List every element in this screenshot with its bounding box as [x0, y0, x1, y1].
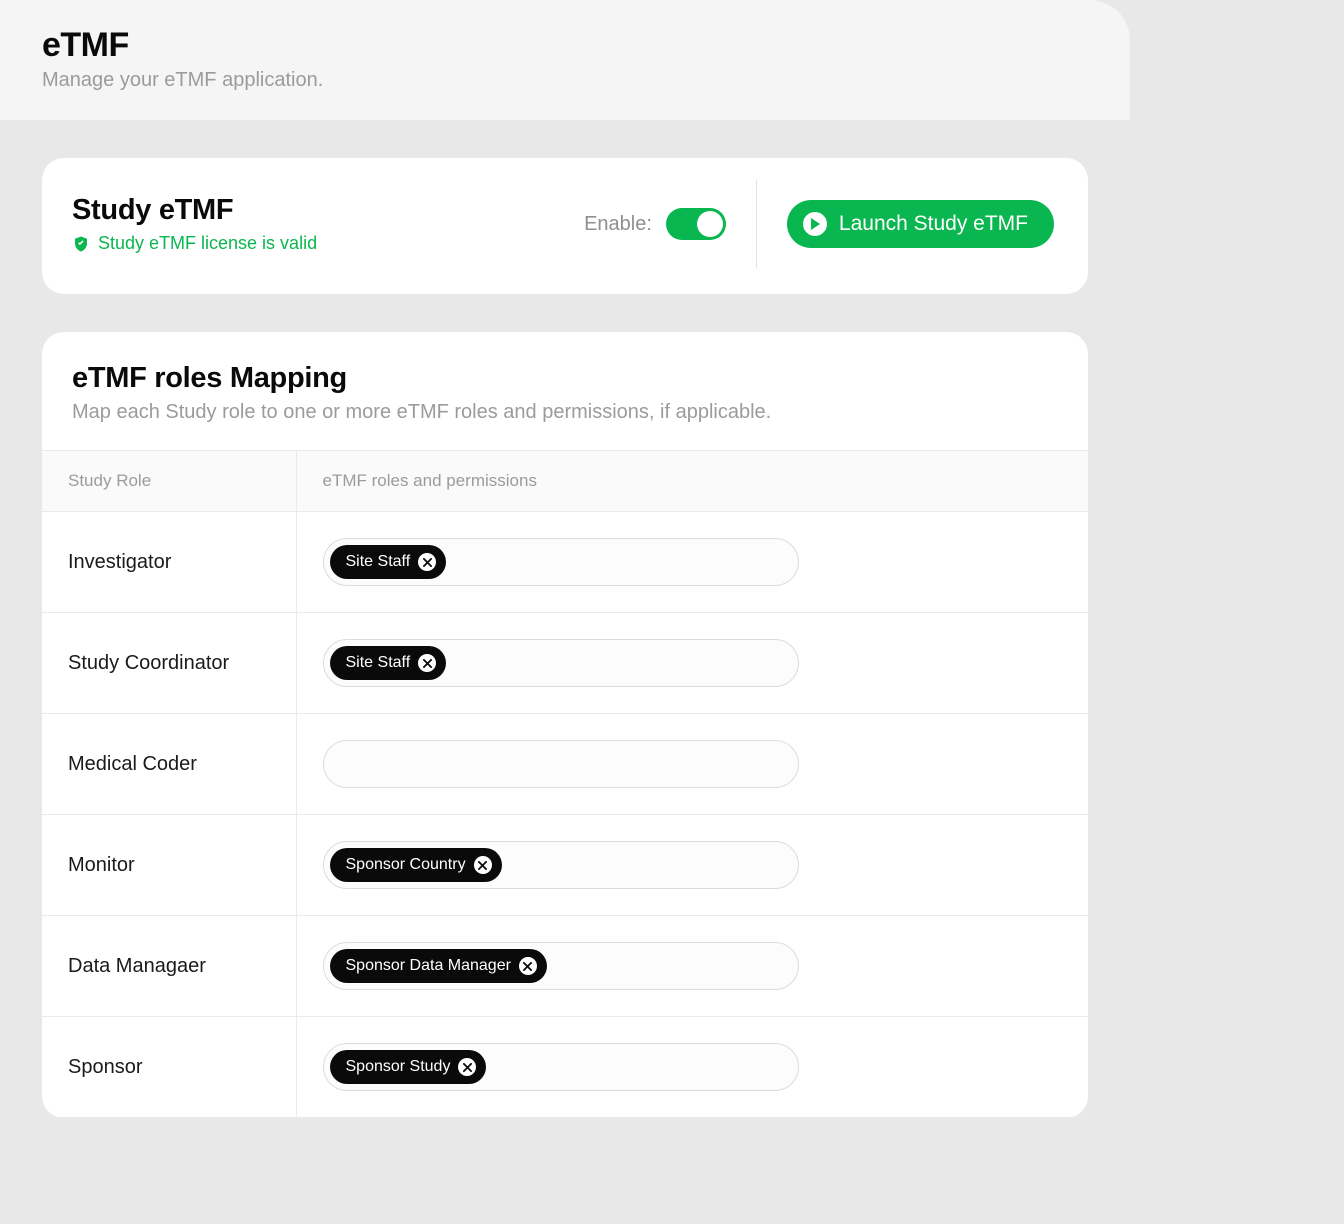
role-tag: Sponsor Country: [330, 848, 502, 882]
table-header-row: Study Role eTMF roles and permissions: [42, 451, 1088, 512]
license-text: Study eTMF license is valid: [98, 233, 317, 254]
role-tag-label: Sponsor Country: [346, 856, 466, 874]
play-icon: [803, 212, 827, 236]
status-info: Study eTMF Study eTMF license is valid: [72, 194, 584, 254]
col-study-role: Study Role: [42, 451, 296, 512]
page-header: eTMF Manage your eTMF application.: [0, 0, 1130, 120]
col-etmf-roles: eTMF roles and permissions: [296, 451, 1088, 512]
study-etmf-card: Study eTMF Study eTMF license is valid E…: [42, 158, 1088, 294]
mapping-subtitle: Map each Study role to one or more eTMF …: [72, 401, 1058, 424]
table-row: Monitor Sponsor Country: [42, 815, 1088, 916]
close-icon[interactable]: [519, 957, 537, 975]
close-icon[interactable]: [418, 654, 436, 672]
roles-mapping-table: Study Role eTMF roles and permissions In…: [42, 450, 1088, 1118]
etmf-roles-cell: Sponsor Data Manager: [296, 916, 1088, 1017]
shield-check-icon: [72, 235, 90, 253]
launch-button-label: Launch Study eTMF: [839, 212, 1028, 236]
study-role-cell: Study Coordinator: [42, 613, 296, 714]
role-tag-label: Site Staff: [346, 654, 411, 672]
role-tag: Site Staff: [330, 545, 447, 579]
role-tag-input[interactable]: Sponsor Data Manager: [323, 942, 799, 990]
etmf-roles-mapping-card: eTMF roles Mapping Map each Study role t…: [42, 332, 1088, 1118]
vertical-divider: [756, 180, 757, 268]
table-row: Medical Coder: [42, 714, 1088, 815]
status-title: Study eTMF: [72, 194, 584, 227]
role-tag-input[interactable]: Site Staff: [323, 639, 799, 687]
etmf-roles-cell: Site Staff: [296, 512, 1088, 613]
enable-label: Enable:: [584, 213, 652, 236]
role-tag-input[interactable]: [323, 740, 799, 788]
etmf-roles-cell: Site Staff: [296, 613, 1088, 714]
role-tag-input[interactable]: Site Staff: [323, 538, 799, 586]
toggle-knob: [697, 211, 723, 237]
license-status: Study eTMF license is valid: [72, 233, 584, 254]
table-row: Sponsor Sponsor Study: [42, 1017, 1088, 1118]
etmf-roles-cell: Sponsor Study: [296, 1017, 1088, 1118]
role-tag-label: Sponsor Study: [346, 1058, 451, 1076]
role-tag: Sponsor Study: [330, 1050, 487, 1084]
role-tag-label: Site Staff: [346, 553, 411, 571]
role-tag-input[interactable]: Sponsor Country: [323, 841, 799, 889]
role-tag: Site Staff: [330, 646, 447, 680]
etmf-roles-cell: Sponsor Country: [296, 815, 1088, 916]
study-role-cell: Sponsor: [42, 1017, 296, 1118]
table-row: Data Managaer Sponsor Data Manager: [42, 916, 1088, 1017]
close-icon[interactable]: [458, 1058, 476, 1076]
enable-block: Enable:: [584, 208, 756, 240]
study-role-cell: Investigator: [42, 512, 296, 613]
close-icon[interactable]: [474, 856, 492, 874]
table-row: Investigator Site Staff: [42, 512, 1088, 613]
role-tag-label: Sponsor Data Manager: [346, 957, 511, 975]
close-icon[interactable]: [418, 553, 436, 571]
study-role-cell: Medical Coder: [42, 714, 296, 815]
page-subtitle: Manage your eTMF application.: [42, 69, 1088, 92]
study-role-cell: Monitor: [42, 815, 296, 916]
etmf-roles-cell: [296, 714, 1088, 815]
page-title: eTMF: [42, 26, 1088, 65]
table-row: Study Coordinator Site Staff: [42, 613, 1088, 714]
role-tag: Sponsor Data Manager: [330, 949, 547, 983]
enable-toggle[interactable]: [666, 208, 726, 240]
launch-study-etmf-button[interactable]: Launch Study eTMF: [787, 200, 1054, 248]
mapping-title: eTMF roles Mapping: [72, 362, 1058, 395]
study-role-cell: Data Managaer: [42, 916, 296, 1017]
role-tag-input[interactable]: Sponsor Study: [323, 1043, 799, 1091]
